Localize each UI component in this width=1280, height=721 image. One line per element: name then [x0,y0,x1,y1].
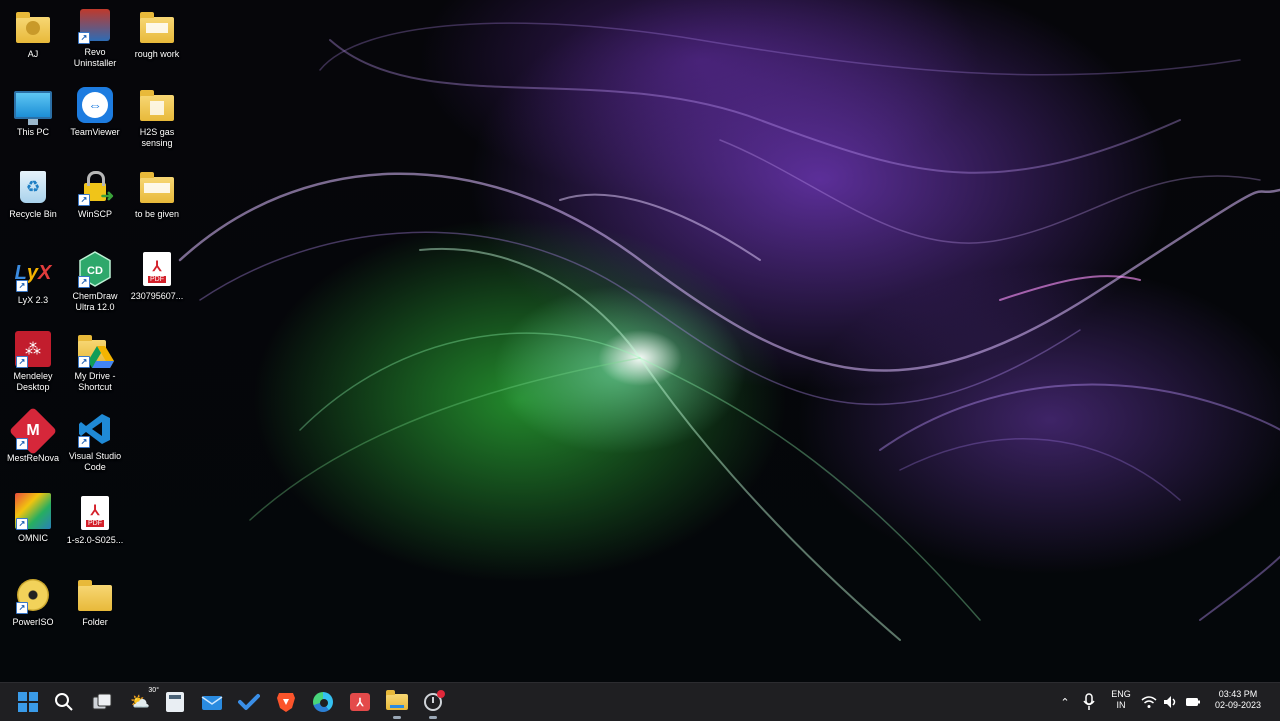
wifi-icon [1141,696,1157,708]
desktop-icon-chemdraw[interactable]: CD ↗ ChemDraw Ultra 12.0 [62,250,128,313]
desktop-icon-winscp[interactable]: ➜ ↗ WinSCP [62,168,128,220]
desktop-icon-lyx[interactable]: LyX ↗ LyX 2.3 [0,254,66,306]
user-folder-icon [14,8,52,46]
desktop-icon-mestrenova[interactable]: M ↗ MestReNova [0,406,66,464]
folder-icon [138,8,176,46]
taskbar-app-todo[interactable] [236,689,262,715]
folder-icon [138,86,176,124]
taskbar-app-updates[interactable] [420,689,446,719]
calculator-icon [166,692,184,712]
desktop-icon-poweriso[interactable]: ↗ PowerISO [0,576,66,628]
clock-date: 02-09-2023 [1214,700,1262,710]
vscode-icon: ↗ [76,410,114,448]
taskbar-app-edge[interactable] [310,689,336,715]
mestrenova-icon: M ↗ [8,406,58,456]
chevron-up-icon: ⌃ [1060,696,1070,709]
weather-temperature: 30° [148,687,159,694]
file-explorer-icon [386,690,408,710]
speaker-icon [1164,696,1176,708]
folder-icon [138,168,176,206]
revo-uninstaller-icon: ↗ [76,6,114,44]
desktop-wallpaper [0,0,1280,682]
lock-icon: ➜ ↗ [76,168,114,206]
omnic-icon: ↗ [14,492,52,530]
search-icon [55,693,73,711]
disc-icon: ↗ [14,576,52,614]
google-drive-icon: ↗ [76,330,114,368]
folder-icon [76,576,114,614]
show-hidden-icons-button[interactable]: ⌃ [1052,689,1078,715]
desktop-icon-folder[interactable]: Folder [62,576,128,628]
desktop-icon-this-pc[interactable]: This PC [0,86,66,138]
weather-widget[interactable]: ⛅ 30° [125,687,159,715]
desktop-icon-recycle-bin[interactable]: ♻ Recycle Bin [0,168,66,220]
desktop-icon-omnic[interactable]: ↗ OMNIC [0,492,66,544]
mail-icon [201,696,223,710]
brave-lion-icon [277,693,295,712]
chemdraw-icon: CD ↗ [76,250,114,288]
pdf-file-icon: ⅄ PDF [138,250,176,288]
notification-dot [437,690,445,698]
desktop-icon-teamviewer[interactable]: ⇔ TeamViewer [62,86,128,138]
lyx-icon: LyX ↗ [14,261,52,292]
task-view-icon [92,693,112,710]
taskbar-app-brave[interactable] [273,689,299,715]
checkmark-icon [238,694,260,710]
quick-settings-button[interactable] [1141,689,1201,715]
desktop-icon-to-be-given[interactable]: to be given [124,168,190,220]
recycle-bin-icon: ♻ [14,168,52,206]
task-view-button[interactable] [89,689,115,715]
battery-icon [1186,698,1200,706]
taskbar-app-calculator[interactable] [162,689,188,715]
mendeley-icon: ⁂ ↗ [14,330,52,368]
edge-browser-icon [313,692,333,712]
desktop-icon-pdf-1[interactable]: ⅄ PDF 1-s2.0-S025... [62,494,128,546]
language-indicator[interactable]: ENG IN [1106,689,1136,711]
start-button[interactable] [15,689,41,715]
desktop-icon-aj[interactable]: AJ [0,8,66,60]
desktop-icon-pdf-230795607[interactable]: ⅄ PDF 230795607... [124,250,190,302]
microphone-button[interactable] [1076,689,1102,715]
search-button[interactable] [51,689,77,715]
microphone-icon [1083,693,1095,710]
weather-sun-cloud-icon: ⛅ [130,694,150,711]
desktop-icon-h2s-gas-sensing[interactable]: H2S gas sensing [124,86,190,149]
taskbar-app-file-explorer[interactable] [384,689,410,719]
desktop-icon-mendeley[interactable]: ⁂ ↗ Mendeley Desktop [0,330,66,393]
pdf-file-icon: ⅄ PDF [76,494,114,532]
windows-logo-icon [18,692,38,712]
monitor-icon [14,86,52,125]
desktop-icon-revo-uninstaller[interactable]: ↗ Revo Uninstaller [62,6,128,69]
teamviewer-icon: ⇔ [76,86,114,124]
wallpaper-swirls [178,22,1280,641]
clock[interactable]: 03:43 PM 02-09-2023 [1208,689,1268,711]
desktop-icon-rough-work[interactable]: rough work [124,8,190,60]
pdf-reader-icon: ⅄ [350,693,370,711]
desktop-icon-vscode[interactable]: ↗ Visual Studio Code [62,410,128,473]
clock-time: 03:43 PM [1218,689,1258,699]
taskbar: ⛅ 30° ⅄ ⌃ ENG IN 03:43 PM 02-09-2023 [0,682,1280,721]
taskbar-app-pdf-reader[interactable]: ⅄ [347,689,373,715]
desktop-icon-my-drive[interactable]: ↗ My Drive - Shortcut [62,330,128,393]
taskbar-app-mail[interactable] [199,689,225,715]
